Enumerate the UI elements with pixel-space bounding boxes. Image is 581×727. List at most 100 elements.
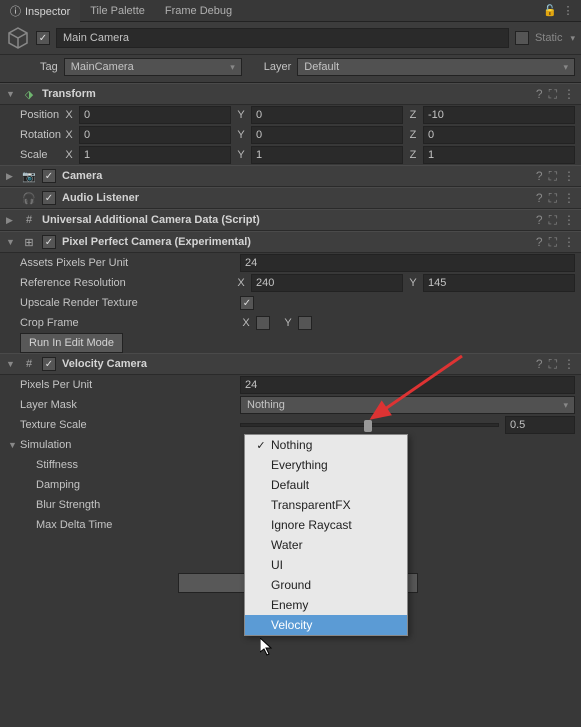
script-icon: # bbox=[22, 357, 36, 371]
px-per-unit-label: Pixels Per Unit bbox=[20, 379, 240, 391]
foldout-icon[interactable]: ▼ bbox=[8, 440, 18, 450]
texture-scale-slider[interactable] bbox=[240, 423, 499, 427]
assets-px-input[interactable] bbox=[240, 254, 575, 272]
context-menu-icon[interactable]: ⋮ bbox=[561, 4, 575, 18]
help-icon[interactable]: ? bbox=[536, 235, 543, 250]
menu-icon[interactable]: ⋮ bbox=[563, 235, 575, 250]
rotation-z-input[interactable] bbox=[423, 126, 575, 144]
position-z-input[interactable] bbox=[423, 106, 575, 124]
static-checkbox[interactable] bbox=[515, 31, 529, 45]
help-icon[interactable]: ? bbox=[536, 213, 543, 228]
help-icon[interactable]: ? bbox=[536, 191, 543, 206]
foldout-icon[interactable]: ▼ bbox=[6, 359, 16, 369]
layer-option-water[interactable]: Water bbox=[245, 535, 407, 555]
rotation-row: Rotation X Y Z bbox=[0, 125, 581, 145]
foldout-icon[interactable]: ▶ bbox=[6, 215, 16, 226]
position-y-input[interactable] bbox=[251, 106, 403, 124]
layer-option-ground[interactable]: Ground bbox=[245, 575, 407, 595]
px-per-unit-input[interactable] bbox=[240, 376, 575, 394]
layer-mask-dropdown-menu: ✓NothingEverythingDefaultTransparentFXIg… bbox=[244, 434, 408, 636]
rotation-label: Rotation bbox=[20, 129, 63, 141]
menu-icon[interactable]: ⋮ bbox=[563, 213, 575, 228]
audio-enabled-checkbox[interactable] bbox=[42, 191, 56, 205]
script-icon: # bbox=[22, 213, 36, 227]
foldout-icon[interactable]: ▼ bbox=[6, 237, 16, 247]
layer-option-ui[interactable]: UI bbox=[245, 555, 407, 575]
layer-option-enemy[interactable]: Enemy bbox=[245, 595, 407, 615]
preset-icon[interactable]: ⛶ bbox=[549, 357, 557, 372]
velocity-camera-header[interactable]: ▼ # Velocity Camera ? ⛶ ⋮ bbox=[0, 353, 581, 375]
cursor-icon bbox=[260, 638, 276, 658]
scale-z-input[interactable] bbox=[423, 146, 575, 164]
rotation-x-input[interactable] bbox=[79, 126, 231, 144]
layer-option-ignore-raycast[interactable]: Ignore Raycast bbox=[245, 515, 407, 535]
velocity-enabled-checkbox[interactable] bbox=[42, 357, 56, 371]
pixel-perfect-header[interactable]: ▼ ⊞ Pixel Perfect Camera (Experimental) … bbox=[0, 231, 581, 253]
foldout-icon[interactable]: ▶ bbox=[6, 171, 16, 182]
velocity-title: Velocity Camera bbox=[62, 358, 147, 370]
preset-icon[interactable]: ⛶ bbox=[549, 191, 557, 206]
help-icon[interactable]: ? bbox=[536, 87, 543, 102]
scale-row: Scale X Y Z bbox=[0, 145, 581, 165]
universal-cam-title: Universal Additional Camera Data (Script… bbox=[42, 214, 260, 226]
layer-option-default[interactable]: Default bbox=[245, 475, 407, 495]
gameobject-name-input[interactable] bbox=[56, 28, 509, 48]
menu-icon[interactable]: ⋮ bbox=[563, 169, 575, 184]
layer-dropdown[interactable]: Default▾ bbox=[297, 58, 575, 76]
menu-icon[interactable]: ⋮ bbox=[563, 87, 575, 102]
transform-header[interactable]: ▼ ⬗ Transform ? ⛶ ⋮ bbox=[0, 83, 581, 105]
foldout-icon[interactable]: ▼ bbox=[6, 89, 16, 99]
menu-icon[interactable]: ⋮ bbox=[563, 357, 575, 372]
ref-res-y-input[interactable] bbox=[423, 274, 575, 292]
position-row: Position X Y Z bbox=[0, 105, 581, 125]
tag-dropdown[interactable]: MainCamera▾ bbox=[64, 58, 242, 76]
layer-option-transparentfx[interactable]: TransparentFX bbox=[245, 495, 407, 515]
pixel-perfect-title: Pixel Perfect Camera (Experimental) bbox=[62, 236, 251, 248]
preset-icon[interactable]: ⛶ bbox=[549, 87, 557, 102]
pixel-perfect-icon: ⊞ bbox=[22, 235, 36, 249]
upscale-label: Upscale Render Texture bbox=[20, 297, 240, 309]
preset-icon[interactable]: ⛶ bbox=[549, 169, 557, 184]
rotation-y-input[interactable] bbox=[251, 126, 403, 144]
static-dropdown-arrow[interactable]: ▾ bbox=[570, 33, 575, 44]
layer-mask-label: Layer Mask bbox=[20, 399, 240, 411]
ref-res-x-input[interactable] bbox=[251, 274, 403, 292]
lock-icon[interactable]: 🔓 bbox=[543, 4, 557, 18]
tab-tile-palette[interactable]: Tile Palette bbox=[80, 1, 155, 21]
run-edit-button[interactable]: Run In Edit Mode bbox=[20, 333, 123, 353]
crop-x-checkbox[interactable] bbox=[256, 316, 270, 330]
blur-strength-label: Blur Strength bbox=[36, 499, 256, 511]
texture-scale-input[interactable] bbox=[505, 416, 575, 434]
tab-inspector[interactable]: ⓘInspector bbox=[0, 0, 80, 23]
audio-icon: 🎧 bbox=[22, 191, 36, 205]
gameobject-icon[interactable] bbox=[6, 26, 30, 50]
tab-frame-debug[interactable]: Frame Debug bbox=[155, 1, 242, 21]
preset-icon[interactable]: ⛶ bbox=[549, 213, 557, 228]
max-delta-label: Max Delta Time bbox=[36, 519, 256, 531]
camera-header[interactable]: ▶ 📷 Camera ? ⛶ ⋮ bbox=[0, 165, 581, 187]
upscale-checkbox[interactable] bbox=[240, 296, 254, 310]
layer-mask-dropdown[interactable]: Nothing▾ bbox=[240, 396, 575, 414]
scale-y-input[interactable] bbox=[251, 146, 403, 164]
position-label: Position bbox=[20, 109, 63, 121]
gameobject-enabled-checkbox[interactable] bbox=[36, 31, 50, 45]
help-icon[interactable]: ? bbox=[536, 169, 543, 184]
scale-x-input[interactable] bbox=[79, 146, 231, 164]
universal-cam-header[interactable]: ▶ # Universal Additional Camera Data (Sc… bbox=[0, 209, 581, 231]
preset-icon[interactable]: ⛶ bbox=[549, 235, 557, 250]
audio-listener-header[interactable]: ▶ 🎧 Audio Listener ? ⛶ ⋮ bbox=[0, 187, 581, 209]
damping-label: Damping bbox=[36, 479, 256, 491]
crop-y-checkbox[interactable] bbox=[298, 316, 312, 330]
texture-scale-row: Texture Scale bbox=[0, 415, 581, 435]
help-icon[interactable]: ? bbox=[536, 357, 543, 372]
layer-option-nothing[interactable]: ✓Nothing bbox=[245, 435, 407, 455]
crop-row: Crop Frame X Y bbox=[0, 313, 581, 333]
transform-icon: ⬗ bbox=[22, 87, 36, 101]
menu-icon[interactable]: ⋮ bbox=[563, 191, 575, 206]
gameobject-header: Static ▾ bbox=[0, 22, 581, 55]
position-x-input[interactable] bbox=[79, 106, 231, 124]
pixel-perfect-enabled-checkbox[interactable] bbox=[42, 235, 56, 249]
camera-enabled-checkbox[interactable] bbox=[42, 169, 56, 183]
layer-option-everything[interactable]: Everything bbox=[245, 455, 407, 475]
layer-option-velocity[interactable]: Velocity bbox=[245, 615, 407, 635]
